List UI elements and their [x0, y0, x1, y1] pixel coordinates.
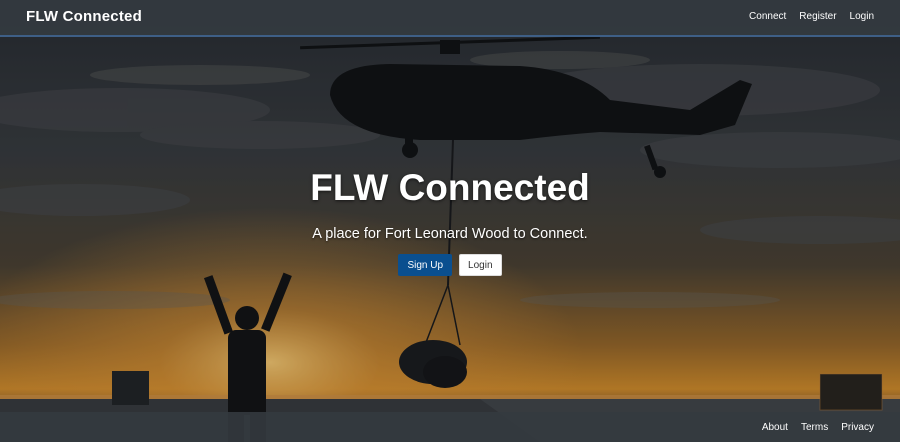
hero-title: FLW Connected — [310, 167, 590, 208]
hero-tagline: A place for Fort Leonard Wood to Connect… — [312, 226, 588, 242]
hero-section: FLW Connected A place for Fort Leonard W… — [0, 166, 900, 276]
footer: About Terms Privacy — [0, 412, 900, 442]
footer-link-about[interactable]: About — [762, 422, 788, 433]
footer-link-terms[interactable]: Terms — [801, 422, 828, 433]
nav-links: Connect Register Login — [736, 11, 874, 22]
brand-logo-link[interactable]: FLW Connected — [26, 8, 142, 25]
login-button[interactable]: Login — [459, 254, 502, 276]
footer-link-privacy[interactable]: Privacy — [841, 422, 874, 433]
nav-link-login[interactable]: Login — [850, 11, 874, 22]
top-navbar: FLW Connected Connect Register Login — [0, 0, 900, 37]
footer-links: About Terms Privacy — [749, 422, 874, 433]
nav-link-register[interactable]: Register — [799, 11, 836, 22]
hero-button-group: Sign Up Login — [0, 254, 900, 276]
sign-up-button[interactable]: Sign Up — [398, 254, 453, 276]
nav-link-connect[interactable]: Connect — [749, 11, 786, 22]
